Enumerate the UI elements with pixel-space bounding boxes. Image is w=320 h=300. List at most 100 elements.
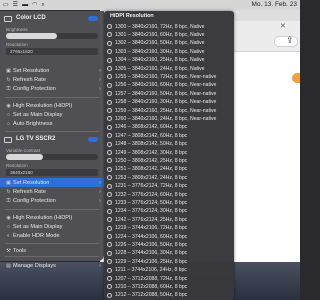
main-display-icon: ○	[6, 223, 11, 230]
refresh-icon: ↻	[6, 76, 11, 83]
resolution-option-label: 1247 – 3808x2142, 60Hz, 8 bpc	[115, 132, 188, 139]
radio-button-icon	[107, 175, 112, 181]
battery-icon[interactable]: ▬	[22, 2, 28, 8]
resolution-option-label: 1248 – 3808x2142, 50Hz, 8 bpc	[115, 141, 188, 148]
radio-button-icon	[107, 217, 112, 223]
radio-button-icon	[107, 242, 112, 248]
resolution-option-label: 1233 – 3776x2124, 50Hz, 8 bpc	[115, 199, 188, 206]
radio-button-icon	[107, 259, 112, 265]
chevron-right-icon: ›	[99, 85, 101, 92]
hidpi-option[interactable]: ◉ High Resolution (HiDPI)	[0, 213, 104, 222]
chevron-right-icon: ›	[99, 197, 101, 204]
resolution-option-label: 1207 – 3712x2088, 72Hz, 8 bpc	[115, 275, 188, 282]
main-display-icon: ○	[6, 111, 11, 118]
contrast-label: Variable contrast	[6, 148, 41, 153]
manage-displays-item[interactable]: ▤ Manage Displays ›	[0, 261, 104, 270]
hdr-icon: ◐	[6, 232, 11, 239]
hidpi-icon: ◉	[6, 102, 11, 109]
radio-button-icon	[107, 124, 112, 130]
radio-button-icon	[107, 40, 112, 46]
control-center-icon[interactable]: ☰	[13, 2, 18, 8]
resolution-option-label: 1305 – 3840x2160, 24Hz, 8 bpc, Native	[115, 65, 205, 72]
radio-button-icon	[107, 91, 112, 97]
contrast-slider-fill	[6, 154, 43, 160]
auto-brightness-option[interactable]: ☼ Auto Brightness	[0, 119, 104, 128]
brightness-label: Brightness	[6, 27, 28, 32]
radio-button-icon	[107, 267, 112, 273]
resolution-option-label: 1255 – 3840x2160, 72Hz, 8 bpc, Near-nati…	[115, 73, 217, 80]
refresh-rate-item[interactable]: ↻ Refresh Rate ›	[0, 187, 104, 196]
set-resolution-item[interactable]: ▣ Set Resolution ›	[0, 66, 104, 75]
radio-button-icon	[107, 192, 112, 197]
resolution-option-label: 1253 – 3808x2142, 24Hz, 8 bpc	[115, 174, 188, 181]
radio-button-icon	[107, 183, 112, 189]
resolution-option-label: 1224 – 3744x2106, 60Hz, 8 bpc	[115, 233, 188, 240]
radio-button-icon	[107, 208, 112, 214]
avatar	[292, 73, 300, 83]
radio-button-icon	[107, 150, 112, 155]
hidpi-option[interactable]: ◉ High Resolution (HiDPI)	[0, 101, 104, 110]
tools-item[interactable]: ⚒ Tools	[0, 246, 104, 255]
hdr-mode-option[interactable]: ◐ Enable HDR Mode	[0, 231, 104, 240]
radio-button-icon	[107, 225, 112, 231]
refresh-rate-item[interactable]: ↻ Refresh Rate ›	[0, 75, 104, 84]
resolution-field[interactable]: 3840x2160	[6, 169, 98, 176]
resolution-option-label: 1304 – 3840x2160, 25Hz, 8 bpc, Native	[115, 57, 205, 64]
brightness-slider-fill	[6, 33, 57, 39]
radio-button-icon	[107, 108, 112, 113]
hidpi-resolution-submenu: HiDPI Resolution 1300 – 3840x2160, 72Hz,…	[104, 11, 234, 300]
display-1-toggle[interactable]	[88, 16, 98, 21]
share-icon[interactable]: ⇪	[286, 35, 294, 46]
resolution-option-label: 1302 – 3840x2160, 50Hz, 8 bpc, Native	[115, 40, 205, 47]
menubar-clock[interactable]: Mo. 13. Feb. 23	[251, 1, 297, 8]
close-tab-icon[interactable]: ✕	[280, 22, 286, 30]
resolution-field[interactable]: 2766x1620	[6, 48, 98, 55]
sun-icon: ☼	[6, 120, 11, 127]
main-display-option[interactable]: ○ Set as Main Display	[0, 110, 104, 119]
radio-button-icon	[107, 116, 112, 122]
radio-button-icon	[107, 276, 112, 281]
resolution-label: Resolution	[6, 163, 28, 168]
refresh-icon: ↻	[6, 188, 11, 195]
contrast-slider[interactable]	[6, 154, 98, 160]
resolution-option-label: 1219 – 3744x2106, 72Hz, 8 bpc	[115, 225, 188, 232]
resolution-option-label: 1259 – 3840x2160, 25Hz, 8 bpc, Near-nati…	[115, 107, 217, 114]
display-menu: Color LCD Brightness Resolution 2766x162…	[0, 11, 104, 269]
radio-button-icon	[107, 49, 112, 55]
resolution-option-label: 1232 – 3776x2124, 60Hz, 8 bpc	[115, 191, 188, 198]
resolution-option-label: 1231 – 3776x2124, 72Hz, 8 bpc	[115, 183, 188, 190]
resolution-option-label: 1300 – 3840x2160, 72Hz, 8 bpc, Native	[115, 23, 205, 30]
brightness-slider[interactable]	[6, 33, 98, 39]
wifi-icon[interactable]: ◠	[32, 2, 37, 8]
resolution-option-label: 1234 – 3776x2124, 30Hz, 8 bpc	[115, 208, 188, 215]
resolution-option-label: 1249 – 3808x2142, 30Hz, 8 bpc	[115, 149, 188, 156]
resolution-option-label: 1212 – 3712x2088, 50Hz, 8 bpc	[115, 292, 188, 299]
main-display-option[interactable]: ○ Set as Main Display	[0, 222, 104, 231]
radio-button-icon	[107, 250, 112, 256]
displays-icon: ▤	[6, 262, 11, 269]
config-protection-item[interactable]: ⚿ Config Protection ›	[0, 196, 104, 205]
separator	[5, 209, 99, 210]
resolution-option-label: 1251 – 3808x2142, 24Hz, 8 bpc	[115, 166, 188, 173]
radio-button-icon	[107, 32, 112, 38]
laptop-display-icon	[4, 16, 12, 22]
display-status-icon[interactable]: ▭	[3, 2, 9, 8]
radio-button-icon	[107, 234, 112, 239]
radio-button-icon	[107, 133, 112, 139]
resolution-option[interactable]: 1212 – 3712x2088, 50Hz, 8 bpc	[104, 291, 234, 300]
radio-button-icon	[107, 66, 112, 71]
search-icon[interactable]: ⌕	[41, 2, 44, 8]
display-2-toggle[interactable]	[88, 137, 98, 142]
radio-button-icon	[107, 166, 112, 172]
radio-button-icon	[107, 200, 112, 206]
resolution-option-label: 1260 – 3840x2160, 24Hz, 8 bpc, Near-nati…	[115, 115, 217, 122]
config-protection-item[interactable]: ⚿ Config Protection ›	[0, 84, 104, 93]
chevron-right-icon: ›	[99, 262, 101, 269]
set-resolution-item-selected[interactable]: ▣ Set Resolution ›	[0, 178, 104, 187]
resolution-option-label: 1258 – 3840x2160, 30Hz, 8 bpc, Near-nati…	[115, 99, 217, 106]
radio-button-icon	[107, 141, 112, 147]
resolution-option-label: 1303 – 3840x2160, 30Hz, 8 bpc, Native	[115, 48, 205, 55]
resolution-option-label: 1228 – 3744x2106, 30Hz, 8 bpc	[115, 250, 188, 257]
tv-display-icon	[4, 137, 12, 143]
submenu-title: HiDPI Resolution	[110, 13, 154, 19]
